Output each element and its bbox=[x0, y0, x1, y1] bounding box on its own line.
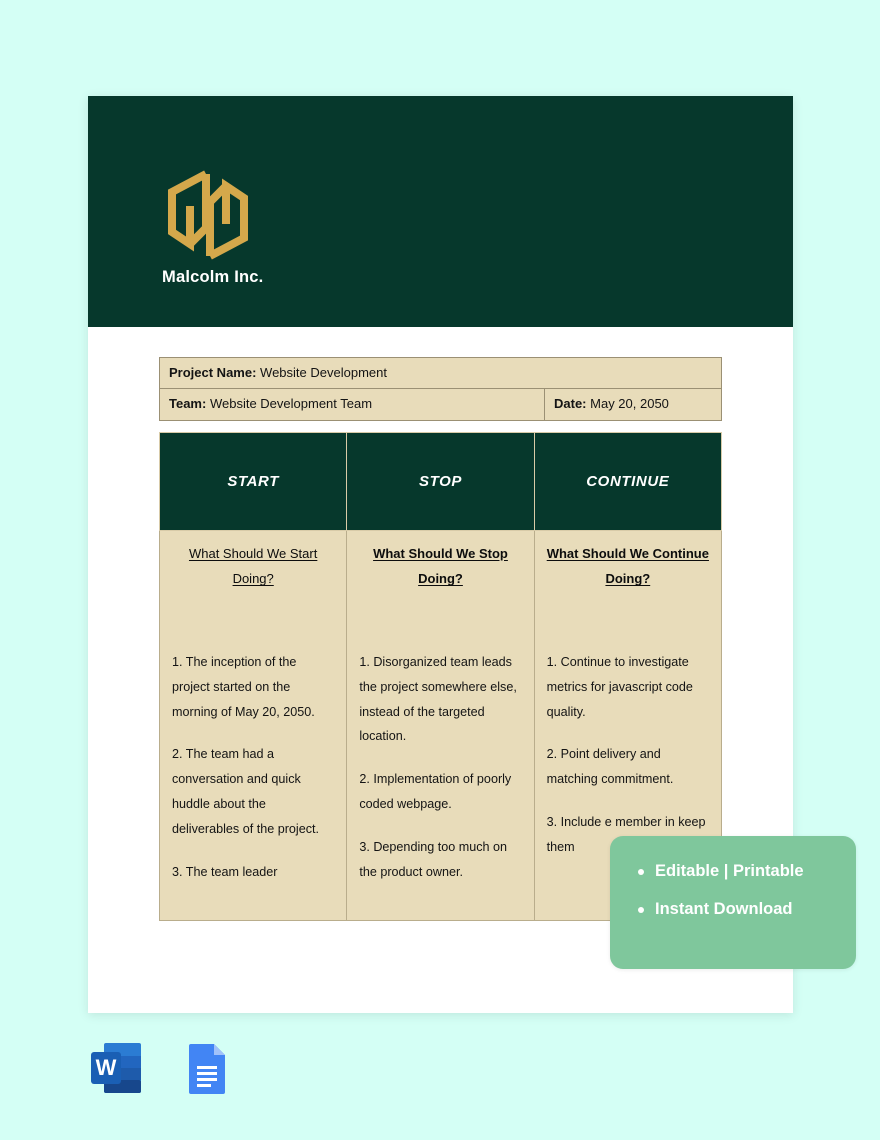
team-value: Website Development Team bbox=[209, 396, 373, 412]
date-value: May 20, 2050 bbox=[590, 396, 669, 412]
project-name-value: Website Development bbox=[260, 365, 387, 380]
promo-line-instant-download: Instant Download bbox=[638, 900, 856, 920]
list-item: 1. Continue to investigate metrics for j… bbox=[546, 654, 693, 719]
list-item: 2. The team had a conversation and quick… bbox=[172, 747, 320, 837]
project-name-label: Project Name: bbox=[169, 365, 257, 380]
promo-line-editable-printable-label: Editable | Printable bbox=[655, 862, 804, 880]
screenshot-stage: Malcolm Inc. Project Name: Website Devel… bbox=[0, 0, 880, 1140]
list-item: 1. The inception of the project started … bbox=[172, 654, 315, 719]
list-item: 2. Implementation of poorly coded webpag… bbox=[359, 772, 512, 812]
column-body-start: What Should We Start Doing? 1. The incep… bbox=[158, 530, 348, 921]
column-header-start-label: START bbox=[227, 472, 279, 490]
list-item: 3. Depending too much on the product own… bbox=[359, 840, 508, 880]
list-item: 2. Point delivery and matching commitmen… bbox=[546, 747, 674, 787]
column-header-start: START bbox=[158, 432, 348, 531]
list-item: 3. The team leader bbox=[172, 865, 278, 880]
brand-name: Malcolm Inc. bbox=[162, 268, 264, 286]
promo-line-editable-printable: Editable | Printable bbox=[638, 862, 856, 882]
table-row: Team: Website Development Team Date: May… bbox=[159, 388, 722, 421]
file-format-list: W bbox=[88, 1040, 234, 1096]
column-body-stop: What Should We Stop Doing? 1. Disorganiz… bbox=[346, 530, 535, 921]
column-header-stop: STOP bbox=[346, 432, 535, 531]
svg-text:W: W bbox=[96, 1055, 117, 1080]
bullet-dot-icon bbox=[638, 906, 644, 913]
promo-line-instant-download-label: Instant Download bbox=[655, 899, 793, 918]
column-header-continue: CONTINUE bbox=[533, 432, 723, 531]
microsoft-word-icon[interactable]: W bbox=[88, 1040, 144, 1096]
letterhead-banner: Malcolm Inc. bbox=[88, 96, 793, 327]
subheader-stop: What Should We Stop Doing? bbox=[373, 546, 508, 587]
promo-badge: Editable | Printable Instant Download bbox=[610, 836, 856, 969]
column-header-stop-label: STOP bbox=[419, 472, 462, 490]
project-info-table: Project Name: Website Development Team: … bbox=[159, 356, 722, 421]
hexagon-monogram-logo-icon bbox=[160, 166, 256, 264]
column-header-continue-label: CONTINUE bbox=[586, 472, 670, 490]
date-cell: Date: May 20, 2050 bbox=[544, 388, 722, 421]
bullet-dot-icon bbox=[638, 868, 644, 875]
team-cell: Team: Website Development Team bbox=[159, 388, 545, 421]
google-docs-icon[interactable] bbox=[178, 1040, 234, 1096]
table-row: Project Name: Website Development bbox=[159, 356, 722, 390]
project-name-cell: Project Name: Website Development bbox=[159, 356, 722, 390]
team-label: Team: bbox=[169, 396, 207, 412]
subheader-start: What Should We Start Doing? bbox=[188, 546, 318, 587]
list-item: 1. Disorganized team leads the project s… bbox=[359, 654, 517, 744]
table-header-row: START STOP CONTINUE bbox=[158, 432, 723, 531]
date-label: Date: bbox=[554, 396, 587, 412]
subheader-continue: What Should We Continue Doing? bbox=[546, 546, 709, 587]
